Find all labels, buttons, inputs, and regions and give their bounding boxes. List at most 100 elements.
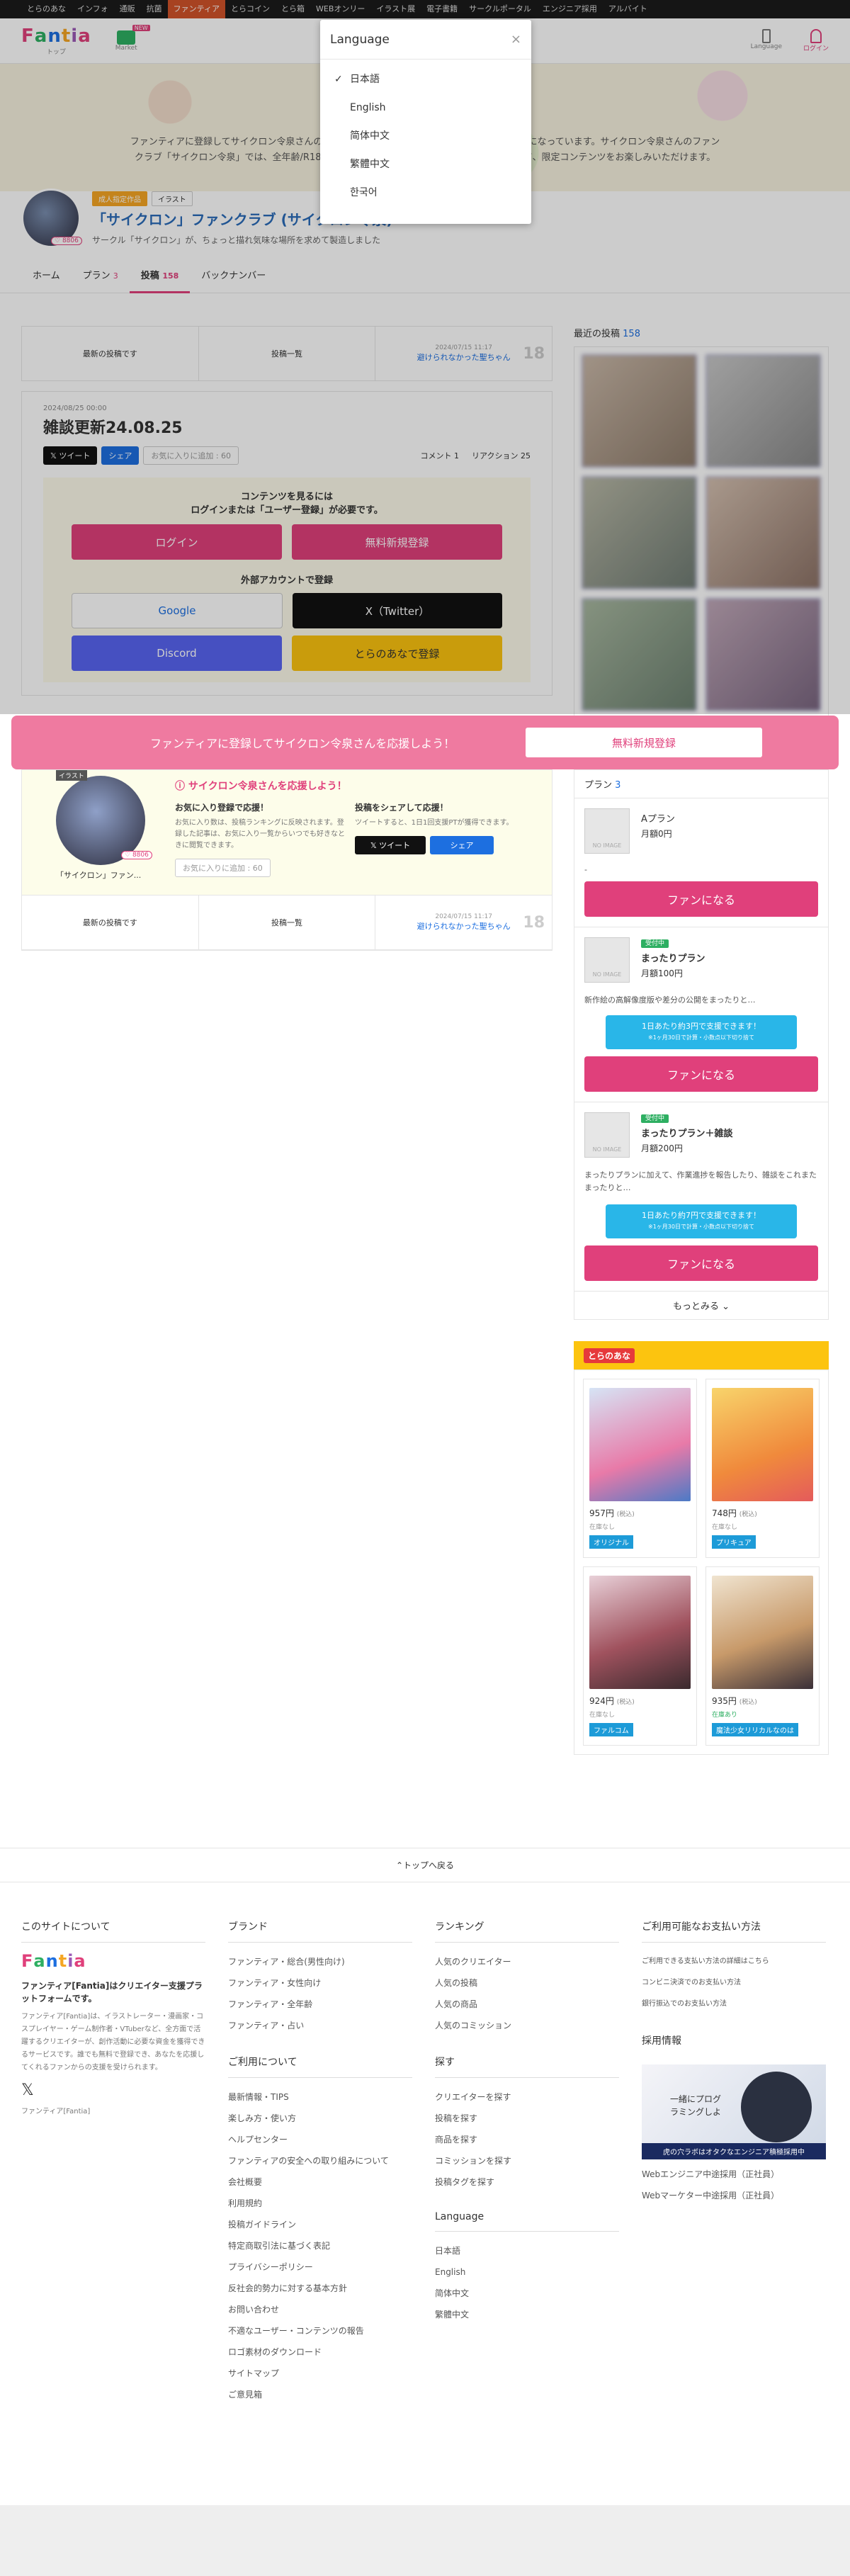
x-icon[interactable]: 𝕏 [21, 2081, 205, 2099]
footer-link[interactable]: 銀行振込でのお支払い方法 [642, 1994, 826, 2015]
close-icon[interactable]: × [511, 20, 521, 60]
product-tag[interactable]: オリジナル [589, 1535, 633, 1549]
footer-link[interactable]: 商品を探す [435, 2129, 619, 2150]
footer-lang-link[interactable]: 日本語 [435, 2240, 619, 2261]
footer-link[interactable]: ご意見箱 [228, 2384, 412, 2405]
footer-lang-link[interactable]: 简体中文 [435, 2283, 619, 2304]
footer-link[interactable]: ファンティアの安全への取り組みについて [228, 2150, 412, 2171]
share-title: 投稿をシェアして応援！ [355, 803, 448, 813]
footer-search-title: 探す [435, 2055, 619, 2078]
fav-text: お気に入り数は、投稿ランキングに反映されます。登録した記事は、お気に入り一覧から… [175, 819, 345, 849]
footer-logo[interactable]: Fantia [21, 1951, 205, 1971]
footer-link[interactable]: 投稿タグを探す [435, 2171, 619, 2193]
plan-name: Aプラン [641, 814, 675, 825]
plan-name: まったりプラン＋雑談 [641, 1129, 733, 1139]
product-tag[interactable]: 魔法少女リリカルなのは [712, 1723, 798, 1736]
footer-link[interactable]: サイトマップ [228, 2363, 412, 2384]
product-tag[interactable]: ファルコム [589, 1723, 633, 1736]
footer-link[interactable]: ご利用できる支払い方法の詳細はこちら [642, 1951, 826, 1972]
join-plan-button[interactable]: ファンになる [584, 1056, 818, 1092]
footer-link[interactable]: ファンティア・全年齢 [228, 1994, 412, 2015]
more-plans-link[interactable]: もっとみる ⌄ [574, 1292, 829, 1320]
footer-link[interactable]: コンビニ決済でのお支払い方法 [642, 1972, 826, 1994]
product-price: 935円 [712, 1696, 737, 1706]
footer-link[interactable]: ファンティア・占い [228, 2015, 412, 2036]
footer-link[interactable]: 最新情報・TIPS [228, 2086, 412, 2108]
footer-link[interactable]: 人気の投稿 [435, 1972, 619, 1994]
footer-link[interactable]: 人気のコミッション [435, 2015, 619, 2036]
product-card[interactable]: 935円 (税込) 在庫あり 魔法少女リリカルなのは [706, 1566, 820, 1746]
chevron-down-icon: ⌄ [722, 1301, 730, 1312]
product-stock: 在庫あり [712, 1712, 738, 1719]
footer-link[interactable]: ヘルプセンター [228, 2129, 412, 2150]
plans-section: プラン 3 NO IMAGE Aプラン 月額0円 - ファンになる NO IMAG… [574, 769, 829, 1755]
support-share-button[interactable]: シェア [430, 836, 494, 854]
footer-lang-link[interactable]: 繁體中文 [435, 2304, 619, 2325]
footer-link[interactable]: Webエンジニア中途採用（正社員） [642, 2164, 826, 2185]
language-option-ko[interactable]: 한국어 [320, 179, 531, 207]
product-card[interactable]: 748円 (税込) 在庫なし プリキュア [706, 1379, 820, 1558]
footer-link[interactable]: ファンティア・女性向け [228, 1972, 412, 1994]
footer-link[interactable]: 特定商取引法に基づく表記 [228, 2235, 412, 2256]
next-post-link[interactable]: 2024/07/15 11:17 避けられなかった聖ちゃん 18 [375, 896, 552, 949]
footer-ranking: ランキング 人気のクリエイター 人気の投稿 人気の商品 人気のコミッション 探す… [435, 1919, 619, 2325]
footer-link[interactable]: 楽しみ方・使い方 [228, 2108, 412, 2129]
footer-link[interactable]: 不適なユーザー・コンテンツの報告 [228, 2320, 412, 2341]
join-plan-button[interactable]: ファンになる [584, 1245, 818, 1281]
daily-price-pill: 1日あたり約3円で支援できます！ ※1ヶ月30日で計算・小数点以下切り捨て [606, 1015, 797, 1049]
recruit-banner[interactable]: 一緒にプログラミングしよ 虎の穴ラボはオタクなエンジニア積極採用中 [642, 2064, 826, 2159]
footer-link[interactable]: お問い合わせ [228, 2299, 412, 2320]
language-modal-title: Language × [320, 20, 531, 60]
footer-rank-title: ランキング [435, 1919, 619, 1943]
support-name[interactable]: 「サイクロン」ファン... [56, 869, 141, 881]
plan-desc: - [584, 865, 587, 874]
language-option-zh-hant[interactable]: 繁體中文 [320, 150, 531, 179]
footer-lang-link[interactable]: English [435, 2261, 619, 2283]
product-image [589, 1576, 691, 1689]
footer-link[interactable]: ファンティア・総合(男性向け) [228, 1951, 412, 1972]
footer-link[interactable]: 投稿を探す [435, 2108, 619, 2129]
footer-link[interactable]: 投稿ガイドライン [228, 2214, 412, 2235]
recruit-banner-sub: 虎の穴ラボはオタクなエンジニア積極採用中 [642, 2143, 826, 2159]
support-fav-button[interactable]: お気に入りに追加 : 60 [175, 859, 271, 877]
language-modal: Language × ✓ 日本語 English 简体中文 繁體中文 한국어 [320, 20, 531, 224]
product-tag[interactable]: プリキュア [712, 1535, 756, 1549]
plan-card: NO IMAGE 受付中 まったりプラン＋雑談 月額200円 まったりプランに加えて… [574, 1102, 829, 1292]
footer-link[interactable]: 人気のクリエイター [435, 1951, 619, 1972]
product-price: 957円 [589, 1508, 614, 1518]
footer-lang-title: Language [435, 2211, 619, 2232]
plan-card: NO IMAGE 受付中 まったりプラン 月額100円 新作絵の高解像度版や差分の公… [574, 927, 829, 1102]
footer-link[interactable]: 反社会的勢力に対する基本方針 [228, 2278, 412, 2299]
product-card[interactable]: 924円 (税込) 在庫なし ファルコム [583, 1566, 697, 1746]
footer-link[interactable]: 人気の商品 [435, 1994, 619, 2015]
post-list-link[interactable]: 投稿一覧 [199, 896, 376, 949]
language-option-zh-hans[interactable]: 简体中文 [320, 122, 531, 150]
toranoana-logo[interactable]: とらのあな [584, 1348, 635, 1363]
chevron-up-icon: ⌃ [395, 1860, 404, 1870]
product-price: 924円 [589, 1696, 614, 1706]
back-to-top[interactable]: ⌃トップへ戻る [0, 1848, 850, 1882]
recruit-banner-figure [741, 2072, 812, 2142]
plan-name: まったりプラン [641, 954, 706, 964]
language-option-en[interactable]: English [320, 94, 531, 122]
footer-link[interactable]: プライバシーポリシー [228, 2256, 412, 2278]
join-plan-button[interactable]: ファンになる [584, 881, 818, 917]
product-card[interactable]: 957円 (税込) 在庫なし オリジナル [583, 1379, 697, 1558]
language-option-ja[interactable]: ✓ 日本語 [320, 65, 531, 94]
footer-link[interactable]: コミッションを探す [435, 2150, 619, 2171]
registration-button[interactable]: 無料新規登録 [526, 728, 762, 757]
info-icon: ⓘ [175, 781, 188, 792]
footer-link[interactable]: クリエイターを探す [435, 2086, 619, 2108]
support-title: ⓘ サイクロン令泉さんを応援しよう！ [175, 781, 347, 792]
footer-link[interactable]: Webマーケター中途採用（正社員） [642, 2185, 826, 2206]
footer-link[interactable]: 会社概要 [228, 2171, 412, 2193]
plan-price: 月額0円 [641, 829, 672, 839]
support-tweet-button[interactable]: 𝕏 ツイート [355, 836, 426, 854]
product-stock: 在庫なし [589, 1524, 616, 1531]
footer-fantia-link[interactable]: ファンティア[Fantia] [21, 2105, 205, 2115]
footer-link[interactable]: 利用規約 [228, 2193, 412, 2214]
r18-icon: 18 [523, 913, 545, 932]
footer-link[interactable]: ロゴ素材のダウンロード [228, 2341, 412, 2363]
support-box: イラスト ♡ 8806 「サイクロン」ファン... ⓘ サイクロン令泉さんを応援… [21, 769, 552, 951]
product-image [589, 1388, 691, 1501]
